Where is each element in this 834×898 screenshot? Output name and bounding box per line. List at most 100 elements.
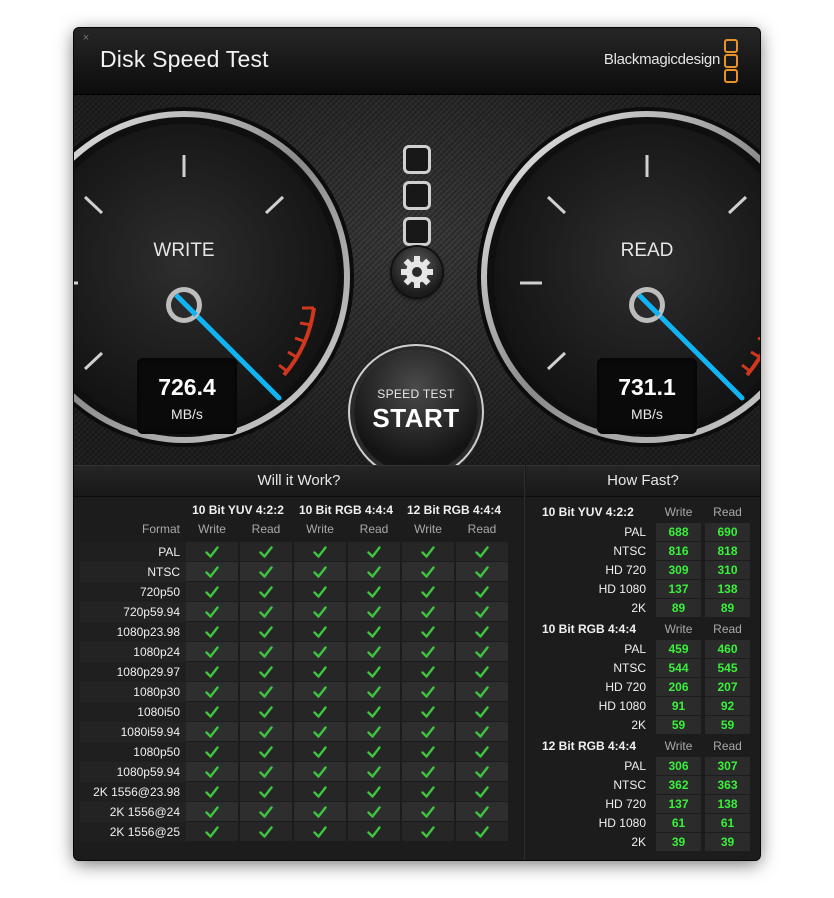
how-fast-panel: How Fast? 10 Bit YUV 4:2:2 Write Read PAL 68… [526, 465, 760, 860]
format-label: 720p59.94 [80, 602, 186, 622]
format-label: NTSC [613, 543, 646, 558]
write-speed-value: 61 [656, 813, 701, 832]
check-cell [186, 682, 238, 701]
ww-write-header: Write [306, 522, 334, 536]
check-cell [348, 702, 400, 721]
checkmark-icon [421, 605, 435, 618]
check-cell [240, 542, 292, 561]
checkmark-icon [205, 785, 219, 798]
check-cell [456, 802, 508, 821]
check-cell [240, 602, 292, 621]
check-cell [456, 662, 508, 681]
checkmark-icon [475, 705, 489, 718]
read-column-header: Read [713, 505, 742, 519]
check-cell [294, 802, 346, 821]
check-cell [294, 622, 346, 641]
checkmark-icon [259, 625, 273, 638]
settings-button[interactable] [392, 247, 442, 297]
table-row: 720p50 [80, 582, 510, 602]
write-speed-value: 206 [656, 677, 701, 696]
write-speed-value: 137 [656, 794, 701, 813]
checkmark-icon [205, 745, 219, 758]
checkmark-icon [367, 825, 381, 838]
write-speed-value: 39 [656, 832, 701, 851]
table-row: NTSC [80, 562, 510, 582]
format-label: 2K 1556@24 [80, 802, 186, 822]
checkmark-icon [367, 705, 381, 718]
gear-icon [401, 256, 433, 288]
checkmark-icon [259, 605, 273, 618]
disk-slot-1[interactable] [403, 145, 431, 174]
check-cell [294, 822, 346, 841]
check-cell [402, 662, 454, 681]
write-speed-value: 59 [656, 715, 701, 734]
checkmark-icon [259, 665, 273, 678]
checkmark-icon [421, 565, 435, 578]
format-label: 1080p59.94 [80, 762, 186, 782]
checkmark-icon [313, 605, 327, 618]
checkmark-icon [313, 665, 327, 678]
format-label: NTSC [613, 660, 646, 675]
format-label: HD 720 [605, 562, 646, 577]
format-label: PAL [624, 641, 646, 656]
start-button[interactable]: SPEED TEST START [354, 350, 478, 474]
checkmark-icon [313, 745, 327, 758]
read-speed-value: 818 [705, 541, 750, 560]
check-cell [240, 702, 292, 721]
check-cell [348, 642, 400, 661]
format-label: 1080p23.98 [80, 622, 186, 642]
group-header: 10 Bit RGB 4:4:4 Write Read [526, 619, 760, 639]
format-label: 2K [631, 717, 646, 732]
check-cell [348, 762, 400, 781]
table-row: 720p59.94 [80, 602, 510, 622]
check-cell [240, 682, 292, 701]
check-cell [402, 762, 454, 781]
close-icon[interactable]: × [80, 32, 92, 44]
disk-slot-3[interactable] [403, 217, 431, 246]
check-cell [456, 562, 508, 581]
check-cell [294, 562, 346, 581]
check-cell [294, 602, 346, 621]
check-cell [402, 822, 454, 841]
checkmark-icon [313, 625, 327, 638]
ww-read-header: Read [359, 522, 389, 536]
checkmark-icon [259, 745, 273, 758]
write-speed-value: 688 [656, 522, 701, 541]
check-cell [456, 722, 508, 741]
checkmark-icon [259, 805, 273, 818]
write-speed-value: 362 [656, 775, 701, 794]
write-speed-value: 309 [656, 560, 701, 579]
format-label: 1080p30 [80, 682, 186, 702]
format-header: Format [141, 522, 180, 536]
check-cell [456, 622, 508, 641]
checkmark-icon [205, 665, 219, 678]
read-speed-value: 460 [705, 639, 750, 658]
format-label: 1080p24 [80, 642, 186, 662]
check-cell [186, 782, 238, 801]
checkmark-icon [259, 825, 273, 838]
will-it-work-title: Will it Work? [74, 465, 524, 497]
write-column-header: Write [664, 505, 693, 519]
read-readout: 731.1 MB/s [597, 358, 697, 434]
check-cell [348, 602, 400, 621]
check-cell [240, 742, 292, 761]
checkmark-icon [205, 765, 219, 778]
check-cell [348, 802, 400, 821]
checkmark-icon [313, 585, 327, 598]
check-cell [456, 582, 508, 601]
checkmark-icon [313, 545, 327, 558]
disk-slot-2[interactable] [403, 181, 431, 210]
write-speed-value: 816 [656, 541, 701, 560]
checkmark-icon [421, 585, 435, 598]
checkmark-icon [259, 685, 273, 698]
how-fast-group: 12 Bit RGB 4:4:4 Write Read PAL 306 307 NTSC 36… [526, 736, 760, 851]
check-cell [402, 742, 454, 761]
check-cell [186, 582, 238, 601]
checkmark-icon [259, 545, 273, 558]
checkmark-icon [475, 545, 489, 558]
checkmark-icon [205, 565, 219, 578]
table-row: HD 1080 91 92 [526, 696, 760, 715]
write-speed-value: 306 [656, 756, 701, 775]
check-cell [294, 742, 346, 761]
format-label: HD 720 [605, 796, 646, 811]
